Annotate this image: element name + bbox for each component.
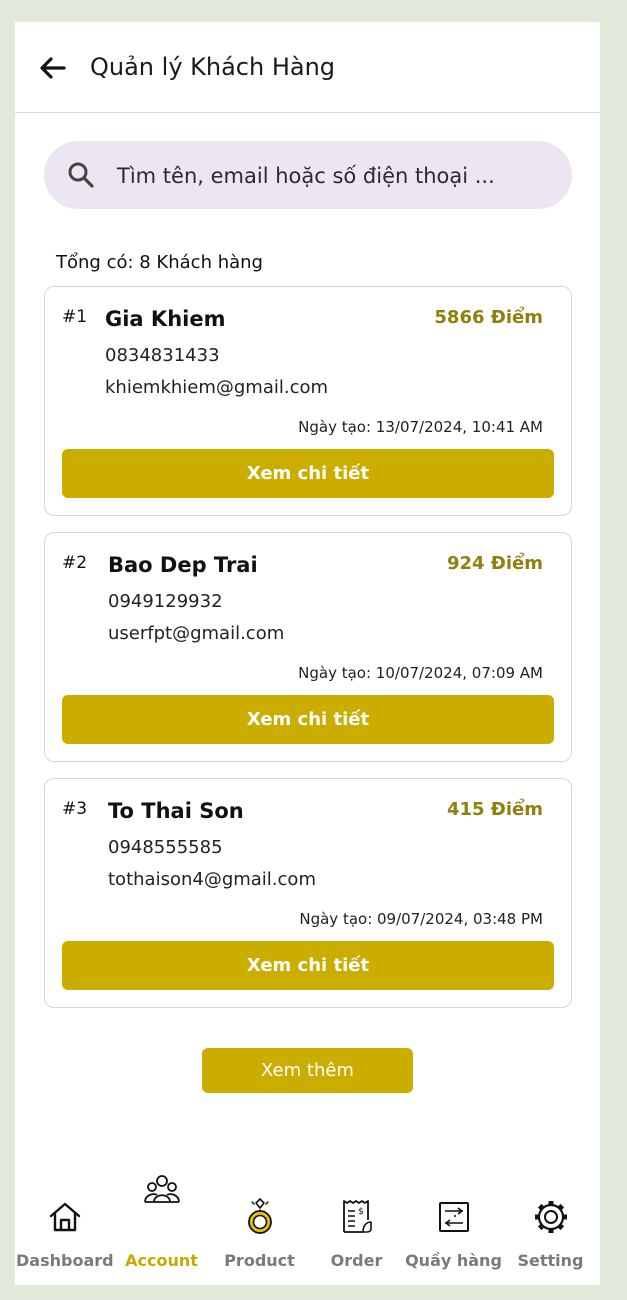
customer-name: To Thai Son [108, 799, 244, 823]
counter-icon [438, 1202, 469, 1232]
customer-card: #1 Gia Khiem 5866 Điểm 0834831433 khiemk… [44, 286, 572, 516]
customer-email: userfpt@gmail.com [108, 623, 285, 644]
gear-icon [534, 1201, 567, 1233]
load-more-button[interactable]: Xem thêm [202, 1048, 413, 1093]
customer-index: #1 [62, 307, 88, 327]
ring-icon [247, 1198, 272, 1234]
nav-item-product[interactable]: Product [211, 1172, 308, 1277]
home-icon [49, 1202, 80, 1232]
back-arrow-icon[interactable] [37, 52, 69, 84]
customer-index: #2 [62, 553, 88, 573]
view-detail-button[interactable]: Xem chi tiết [62, 449, 554, 498]
customer-phone: 0948555585 [108, 837, 223, 858]
view-detail-button[interactable]: Xem chi tiết [62, 695, 554, 744]
customer-email: tothaison4@gmail.com [108, 869, 316, 890]
customer-points: 415 Điểm [446, 799, 543, 820]
customer-created-date: Ngày tạo: 13/07/2024, 10:41 AM [298, 418, 543, 436]
nav-item-counter[interactable]: Quầy hàng [405, 1172, 502, 1277]
search-bar[interactable]: Tìm tên, email hoặc số điện thoại ... [44, 141, 572, 209]
nav-label-account: Account [125, 1251, 198, 1270]
svg-text:$: $ [358, 1207, 364, 1217]
customer-email: khiemkhiem@gmail.com [105, 377, 329, 398]
users-icon [143, 1175, 180, 1203]
search-icon [68, 162, 94, 188]
customer-created-date: Ngày tạo: 09/07/2024, 03:48 PM [299, 910, 543, 928]
customer-card: #3 To Thai Son 415 Điểm 0948555585 totha… [44, 778, 572, 1008]
customer-index: #3 [62, 799, 88, 819]
customer-phone: 0834831433 [105, 345, 220, 366]
customer-points: 5866 Điểm [434, 307, 543, 328]
app-screen: Quản lý Khách Hàng Tìm tên, email hoặc s… [15, 22, 600, 1285]
customer-name: Bao Dep Trai [108, 553, 258, 577]
receipt-icon: $ [342, 1200, 372, 1233]
customer-points: 924 Điểm [446, 553, 543, 574]
search-input[interactable]: Tìm tên, email hoặc số điện thoại ... [117, 164, 495, 188]
view-detail-button[interactable]: Xem chi tiết [62, 941, 554, 990]
nav-label-setting: Setting [517, 1251, 584, 1270]
nav-label-dashboard: Dashboard [16, 1251, 114, 1270]
customer-created-date: Ngày tạo: 10/07/2024, 07:09 AM [298, 664, 543, 682]
nav-label-product: Product [224, 1251, 295, 1270]
customer-phone: 0949129932 [108, 591, 223, 612]
customer-count: Tổng có: 8 Khách hàng [56, 252, 263, 273]
page-title: Quản lý Khách Hàng [90, 53, 336, 81]
customer-name: Gia Khiem [105, 307, 226, 331]
nav-label-order: Order [330, 1251, 383, 1270]
header-bar: Quản lý Khách Hàng [15, 22, 600, 113]
nav-label-counter: Quầy hàng [405, 1251, 502, 1270]
nav-item-setting[interactable]: Setting [502, 1172, 599, 1277]
customer-card: #2 Bao Dep Trai 924 Điểm 0949129932 user… [44, 532, 572, 762]
nav-item-dashboard[interactable]: Dashboard [16, 1172, 114, 1277]
nav-item-order[interactable]: $ Order [308, 1172, 405, 1277]
nav-item-account[interactable]: Account [113, 1172, 210, 1277]
